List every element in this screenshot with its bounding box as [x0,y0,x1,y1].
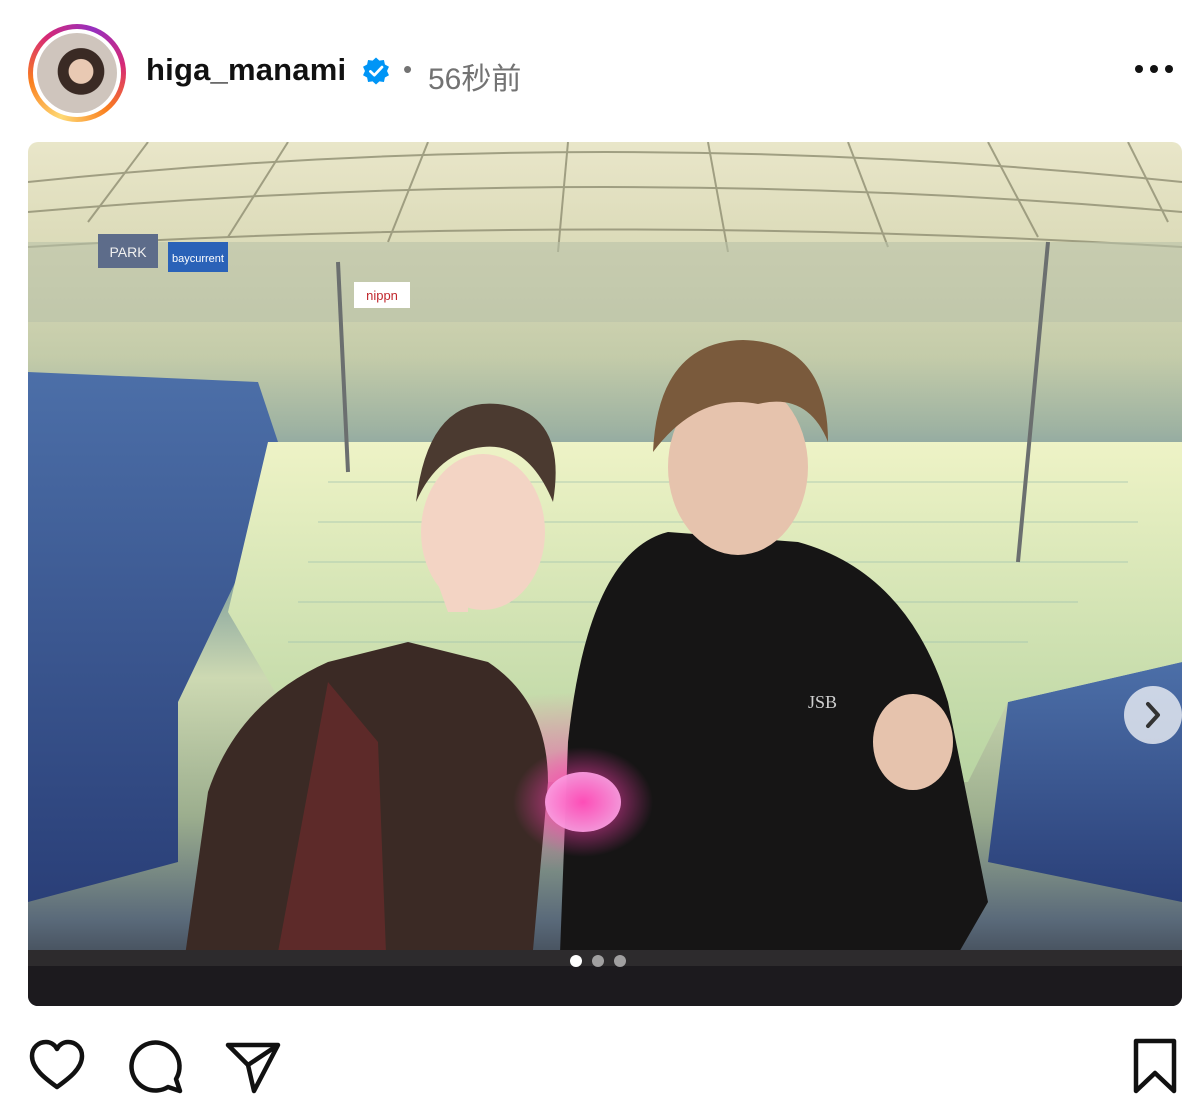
carousel-indicator [570,955,626,967]
carousel-next-button[interactable] [1124,686,1182,744]
dome-roof [28,142,1182,253]
post-actions [0,1035,1200,1105]
comment-icon [129,1040,183,1094]
avatar-image [37,33,117,113]
verified-badge-icon [363,57,389,85]
carousel-dot-2 [592,955,604,967]
sign-baycurrent-text: baycurrent [172,253,224,265]
sign-nippn-text: nippn [366,288,398,303]
jacket-logo: JSB [808,692,837,712]
photo-illustration: PARK baycurrent nippn JSB [28,142,1182,1006]
separator-dot: • [403,54,413,84]
share-button[interactable] [222,1035,284,1097]
avatar[interactable] [33,29,121,117]
heart-icon [29,1039,85,1090]
rose-penlight [513,747,653,857]
post-timestamp[interactable]: 56秒前 [428,54,521,98]
avatar-story-ring[interactable] [28,24,126,122]
comment-button[interactable] [124,1035,186,1097]
carousel-dot-3 [614,955,626,967]
like-button[interactable] [26,1035,88,1097]
sign-park-text: PARK [109,244,147,260]
post-header: higa_manami • 56秒前 [0,0,1200,140]
carousel-dot-1 [570,955,582,967]
save-button[interactable] [1124,1035,1186,1097]
post-photo[interactable]: PARK baycurrent nippn JSB [28,142,1182,1006]
username[interactable]: higa_manami [146,52,346,88]
more-options-icon[interactable] [1132,54,1176,84]
person-right: JSB [558,340,988,1006]
chevron-right-icon [1146,702,1160,728]
share-icon [225,1042,281,1094]
bookmark-icon [1133,1038,1177,1094]
